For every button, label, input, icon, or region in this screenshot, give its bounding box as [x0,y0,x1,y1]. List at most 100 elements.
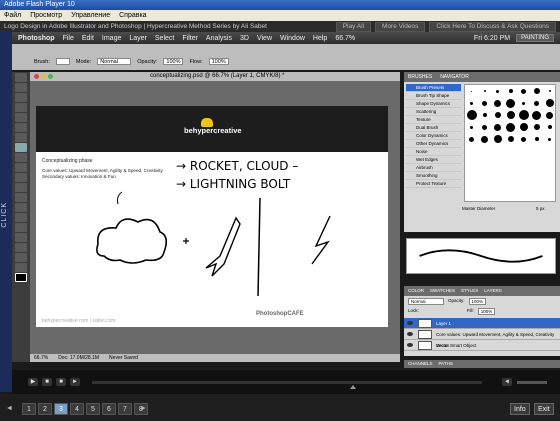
chapter-button-7[interactable]: 7 [118,403,132,415]
type-tool-icon[interactable] [15,223,27,232]
layer-row[interactable]: Core values: Upward Movement, Agility & … [404,329,560,348]
brush-tool-icon[interactable] [15,143,27,152]
pen-tool-icon[interactable] [15,213,27,222]
tab-styles[interactable]: STYLES [461,286,478,296]
left-click-strip[interactable]: CLICK [0,32,12,392]
master-diameter-value[interactable]: 5 px [536,206,545,211]
brush-tip-icon[interactable] [504,133,517,145]
eye-icon[interactable] [407,343,413,347]
brush-tip-icon[interactable] [530,133,543,145]
brush-tip-icon[interactable] [517,109,530,121]
brush-tip-icon[interactable] [491,85,504,97]
tab-navigator[interactable]: NAVIGATOR [440,72,469,82]
blur-tool-icon[interactable] [15,193,27,202]
brush-option-item[interactable]: Brush Tip Shape [406,92,461,100]
brush-tip-icon[interactable] [543,85,556,97]
brush-tip-icon[interactable] [504,121,517,133]
brush-tip-icon[interactable] [543,121,556,133]
brush-option-item[interactable]: Smoothing [406,172,461,180]
brush-tip-icon[interactable] [478,85,491,97]
brush-picker[interactable] [55,58,70,65]
photoshop-app-name[interactable]: Photoshop [18,35,55,42]
brush-tip-icon[interactable] [530,97,543,109]
brush-tip-icon[interactable] [478,121,491,133]
eye-icon[interactable] [407,321,413,325]
brush-tip-icon[interactable] [478,97,491,109]
zoom-readout[interactable]: 66.7% [335,35,355,42]
dodge-tool-icon[interactable] [15,203,27,212]
brush-tip-icon[interactable] [530,85,543,97]
zoom-tool-icon[interactable] [15,263,27,272]
brush-option-item[interactable]: Noise [406,148,461,156]
ps-menu-3d[interactable]: 3D [240,35,249,42]
info-button[interactable]: Info [510,403,530,415]
brush-tip-icon[interactable] [530,109,543,121]
brush-option-item[interactable]: Dual Brush [406,124,461,132]
chapter-button-1[interactable]: 1 [22,403,36,415]
tab-brushes[interactable]: BRUSHES [408,72,432,82]
brush-tip-icon[interactable] [504,109,517,121]
eyedropper-tool-icon[interactable] [15,123,27,132]
brush-tip-icon[interactable] [543,109,556,121]
ps-menu-help[interactable]: Help [313,35,327,42]
history-brush-tool-icon[interactable] [15,163,27,172]
chapter-button-3[interactable]: 3 [54,403,68,415]
gradient-tool-icon[interactable] [15,183,27,192]
stop-button[interactable]: ■ [56,378,66,386]
layer-row[interactable]: Layer 1 [404,318,560,329]
hand-tool-icon[interactable] [15,253,27,262]
chapter-button-6[interactable]: 6 [102,403,116,415]
brush-preset-grid[interactable] [464,84,556,202]
ps-menu-select[interactable]: Select [155,35,174,42]
blend-mode-select[interactable]: Normal [408,298,444,305]
chapter-button-4[interactable]: 4 [70,403,84,415]
skip-button[interactable]: ► [70,378,80,386]
brush-option-item[interactable]: Airbrush [406,164,461,172]
layer-row[interactable]: Vector Smart Object [404,340,560,351]
ps-menu-file[interactable]: File [63,35,74,42]
next-chapter-button[interactable]: ► [140,405,147,412]
brush-tip-icon[interactable] [504,85,517,97]
brush-tip-icon[interactable] [491,97,504,109]
play-button[interactable]: ▶ [28,378,38,386]
brush-option-item[interactable]: Brush Presets [406,84,461,92]
brush-option-item[interactable]: Texture [406,116,461,124]
exit-button[interactable]: Exit [534,403,554,415]
brush-tip-icon[interactable] [465,109,478,121]
shape-tool-icon[interactable] [15,243,27,252]
opacity-input[interactable]: 100% [163,58,184,65]
brush-tip-icon[interactable] [517,85,530,97]
volume-icon[interactable]: ◄ [502,378,512,386]
brush-option-item[interactable]: Protect Texture [406,180,461,188]
eye-icon[interactable] [407,332,413,336]
fill-input[interactable]: 100% [477,308,496,315]
brush-tip-icon[interactable] [491,121,504,133]
foreground-color-swatch[interactable] [15,273,27,282]
brush-option-item[interactable]: Wet Edges [406,156,461,164]
brush-option-item[interactable]: Scattering [406,108,461,116]
brush-tip-icon[interactable] [517,97,530,109]
marquee-tool-icon[interactable] [15,83,27,92]
brush-tip-icon[interactable] [517,121,530,133]
menu-help[interactable]: Справка [119,10,146,21]
brush-option-item[interactable]: Shape Dynamics [406,100,461,108]
pause-button[interactable]: ■ [42,378,52,386]
play-all-button[interactable]: Play All [335,22,372,32]
magic-wand-tool-icon[interactable] [15,103,27,112]
canvas[interactable]: behypercreative Conceptualizing phase Co… [36,106,388,327]
brush-tip-icon[interactable] [478,133,491,145]
tab-paths[interactable]: PATHS [439,360,453,368]
brush-tip-icon[interactable] [465,121,478,133]
discuss-button[interactable]: Click Here To Discuss & Ask Questions [429,22,556,32]
ps-menu-window[interactable]: Window [280,35,305,42]
volume-slider[interactable] [517,381,547,384]
crop-tool-icon[interactable] [15,113,27,122]
healing-tool-icon[interactable] [15,133,27,142]
brush-tip-icon[interactable] [517,133,530,145]
ps-menu-analysis[interactable]: Analysis [206,35,232,42]
menu-file[interactable]: Файл [4,10,21,21]
brush-tip-icon[interactable] [465,133,478,145]
ps-menu-edit[interactable]: Edit [82,35,94,42]
eraser-tool-icon[interactable] [15,173,27,182]
lasso-tool-icon[interactable] [15,93,27,102]
